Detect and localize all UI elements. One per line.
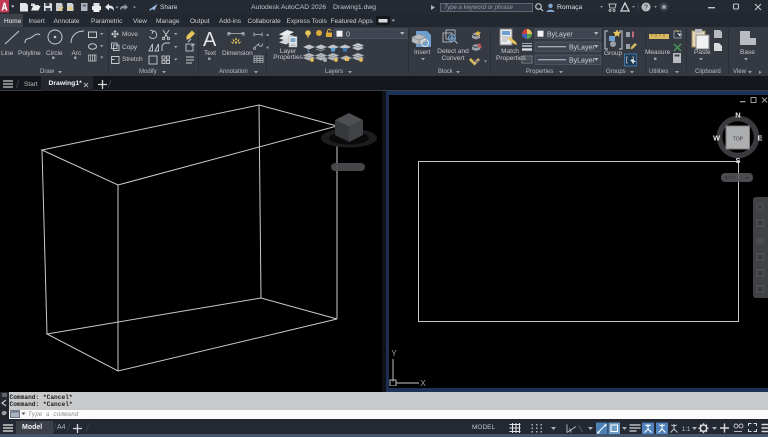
svg-text:S: S bbox=[735, 156, 740, 165]
svg-text:N: N bbox=[735, 111, 740, 120]
svg-text:1:1: 1:1 bbox=[682, 427, 691, 433]
svg-text:X: X bbox=[420, 379, 426, 386]
svg-text:ByLayer: ByLayer bbox=[569, 58, 595, 65]
svg-text:0: 0 bbox=[346, 32, 350, 39]
svg-text:TOP: TOP bbox=[733, 137, 744, 143]
svg-text:ByLayer: ByLayer bbox=[569, 45, 595, 52]
svg-text:?: ? bbox=[644, 5, 648, 12]
svg-text:Y: Y bbox=[391, 349, 397, 358]
svg-text:E: E bbox=[757, 134, 762, 143]
svg-text:W: W bbox=[713, 134, 721, 143]
svg-text:ByLayer: ByLayer bbox=[547, 32, 573, 39]
